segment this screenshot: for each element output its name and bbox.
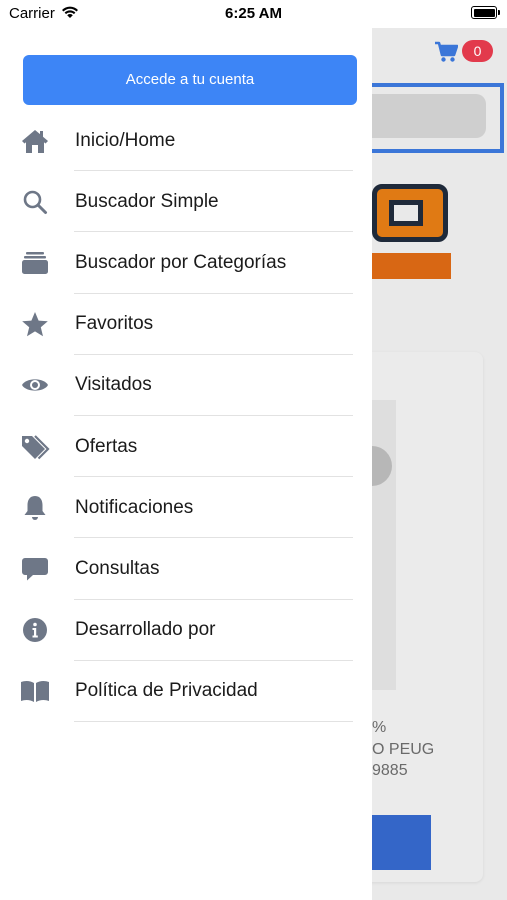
- battery-fill: [473, 8, 495, 17]
- menu-item-label: Favoritos: [75, 313, 154, 335]
- menu-divider: [74, 720, 353, 722]
- status-time: 6:25 AM: [225, 5, 282, 22]
- book-icon: [19, 677, 51, 705]
- drawer-menu: Inicio/Home Buscador Simple Buscador por…: [0, 110, 372, 722]
- cart-count-badge: 0: [462, 40, 493, 62]
- battery-icon: [471, 6, 500, 19]
- menu-item-label: Ofertas: [75, 435, 138, 457]
- cart-icon[interactable]: [434, 41, 459, 68]
- search-bar[interactable]: [372, 94, 486, 138]
- tags-icon: [19, 433, 51, 461]
- menu-item-offers[interactable]: Ofertas: [0, 416, 372, 478]
- product-image[interactable]: [372, 400, 396, 690]
- bell-icon: [19, 494, 51, 522]
- battery-tip: [498, 10, 500, 15]
- product-action-button[interactable]: [372, 815, 431, 870]
- product-name: O PEUG: [372, 741, 435, 758]
- status-bar: Carrier 6:25 AM: [0, 0, 507, 28]
- product-code: 9885: [372, 762, 408, 779]
- menu-item-inquiries[interactable]: Consultas: [0, 538, 372, 600]
- menu-item-privacy-policy[interactable]: Política de Privacidad: [0, 661, 372, 722]
- menu-item-favorites[interactable]: Favoritos: [0, 294, 372, 355]
- menu-item-label: Consultas: [75, 557, 160, 579]
- chat-icon: [19, 555, 51, 583]
- side-drawer: Accede a tu cuenta Inicio/Home Buscador …: [0, 26, 372, 900]
- menu-item-home[interactable]: Inicio/Home: [0, 110, 372, 172]
- background-page: 0 % O PEUG 9885: [372, 26, 507, 900]
- menu-item-label: Desarrollado por: [75, 619, 216, 641]
- menu-item-label: Buscador por Categorías: [75, 251, 287, 273]
- menu-item-label: Notificaciones: [75, 496, 194, 518]
- menu-item-developed-by[interactable]: Desarrollado por: [0, 600, 372, 661]
- eye-icon: [19, 371, 51, 399]
- brand-logo: [372, 184, 448, 242]
- brand-logo-bar: [372, 253, 451, 279]
- menu-item-label: Visitados: [75, 374, 152, 396]
- menu-item-label: Política de Privacidad: [75, 680, 258, 702]
- brand-logo-inner: [389, 200, 423, 226]
- login-button[interactable]: Accede a tu cuenta: [23, 55, 357, 105]
- menu-item-simple-search[interactable]: Buscador Simple: [0, 171, 372, 233]
- info-icon: [19, 616, 51, 644]
- categories-icon: [19, 249, 51, 277]
- home-icon: [19, 127, 51, 155]
- search-icon: [19, 188, 51, 216]
- menu-item-label: Inicio/Home: [75, 129, 176, 151]
- star-icon: [19, 310, 51, 338]
- menu-item-category-search[interactable]: Buscador por Categorías: [0, 232, 372, 294]
- menu-item-label: Buscador Simple: [75, 190, 219, 212]
- menu-item-visited[interactable]: Visitados: [0, 355, 372, 416]
- menu-item-notifications[interactable]: Notificaciones: [0, 477, 372, 539]
- product-discount: %: [372, 719, 387, 736]
